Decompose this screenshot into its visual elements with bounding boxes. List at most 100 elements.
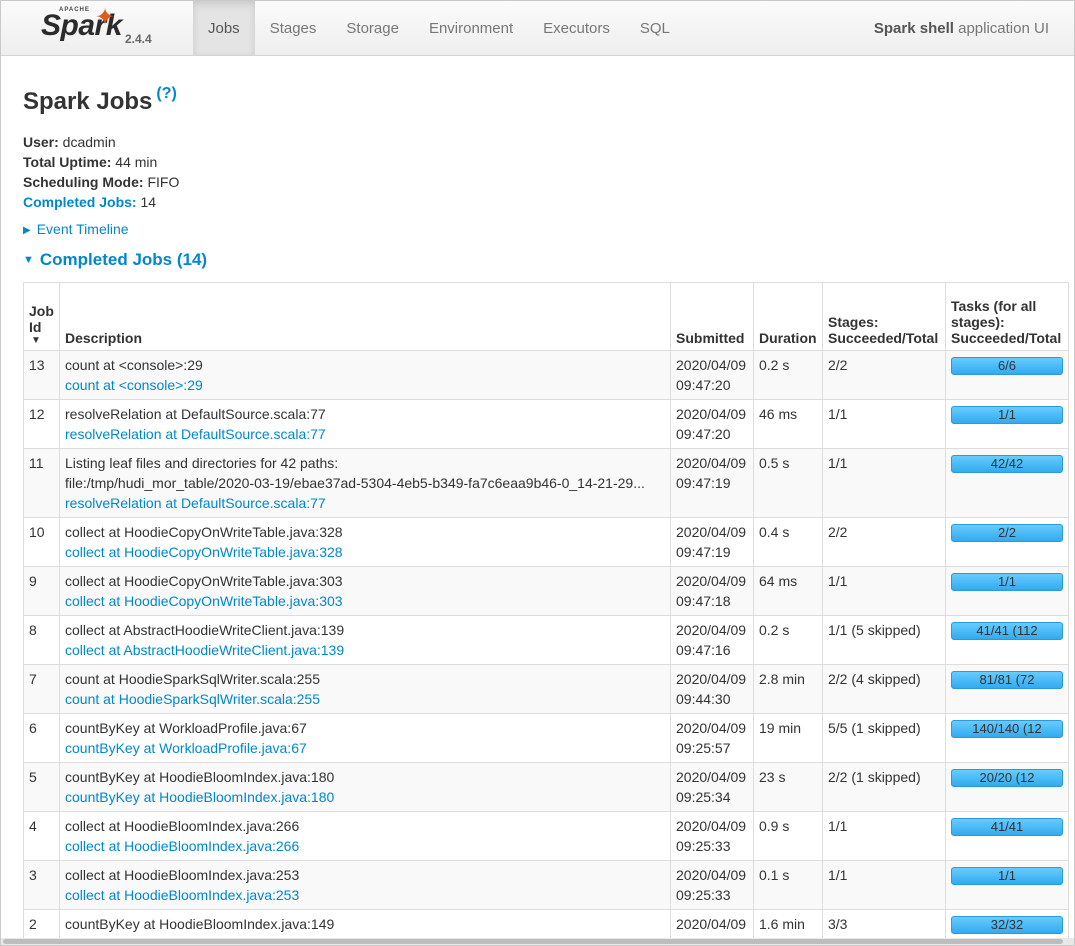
submitted-cell: 2020/04/09 09:47:19 (670, 448, 754, 518)
sort-desc-icon: ▼ (31, 335, 41, 346)
job-link[interactable]: collect at HoodieBloomIndex.java:266 (65, 836, 665, 856)
tasks-cell: 20/20 (12 (945, 762, 1069, 812)
jobs-table-wrap: Job Id ▼ Description Submitted Duration S… (23, 282, 1069, 945)
header-stages[interactable]: Stages: Succeeded/Total (822, 282, 946, 351)
stages-cell: 2/2 (822, 517, 946, 567)
job-description: count at HoodieSparkSqlWriter.scala:255 (65, 671, 320, 687)
stages-cell: 2/2 (4 skipped) (822, 664, 946, 714)
table-row: 12 resolveRelation at DefaultSource.scala… (23, 399, 1069, 449)
app-name: Spark shell application UI (874, 1, 1049, 57)
stages-cell: 1/1 (822, 399, 946, 449)
uptime-label: Total Uptime: (23, 154, 112, 170)
job-description: countByKey at HoodieBloomIndex.java:149 (65, 916, 335, 932)
tab-executors[interactable]: Executors (528, 1, 625, 55)
submitted-cell: 2020/04/09 09:25:57 (670, 713, 754, 763)
horizontal-scrollbar[interactable] (1, 938, 1074, 945)
job-id-cell: 11 (23, 448, 60, 518)
job-summary: User: dcadmin Total Uptime: 44 min Sched… (23, 132, 179, 212)
tasks-cell: 41/41 (945, 811, 1069, 861)
task-progress-bar: 20/20 (12 (951, 769, 1063, 787)
stages-cell: 1/1 (822, 860, 946, 910)
job-link[interactable]: collect at HoodieBloomIndex.java:253 (65, 885, 665, 905)
spark-logo[interactable]: APACHE Spark ✦ 2.4.4 (41, 4, 171, 51)
header-tasks[interactable]: Tasks (for all stages): Succeeded/Total (945, 282, 1069, 351)
duration-cell: 64 ms (753, 566, 823, 616)
summary-mode: Scheduling Mode: FIFO (23, 172, 179, 192)
browser-frame: APACHE Spark ✦ 2.4.4 Jobs Stages Storage… (0, 0, 1075, 946)
job-link[interactable]: resolveRelation at DefaultSource.scala:7… (65, 493, 665, 513)
duration-cell: 46 ms (753, 399, 823, 449)
tasks-cell: 140/140 (12 (945, 713, 1069, 763)
description-cell: count at HoodieSparkSqlWriter.scala:255 c… (59, 664, 671, 714)
job-id-cell: 3 (23, 860, 60, 910)
summary-uptime: Total Uptime: 44 min (23, 152, 179, 172)
table-row: 6 countByKey at WorkloadProfile.java:67 co… (23, 713, 1069, 763)
job-link[interactable]: resolveRelation at DefaultSource.scala:7… (65, 424, 665, 444)
job-description: collect at HoodieBloomIndex.java:253 (65, 867, 300, 883)
completed-jobs-toggle[interactable]: ▼ Completed Jobs (14) (23, 250, 207, 270)
caret-right-icon: ▶ (23, 225, 31, 236)
scrollbar-thumb[interactable] (3, 939, 1063, 944)
tab-jobs[interactable]: Jobs (193, 1, 255, 55)
tab-storage[interactable]: Storage (331, 1, 414, 55)
help-link[interactable]: (?) (156, 85, 176, 102)
completed-jobs-link[interactable]: Completed Jobs: (23, 194, 137, 210)
submitted-cell: 2020/04/09 09:47:16 (670, 615, 754, 665)
description-cell: countByKey at WorkloadProfile.java:67 cou… (59, 713, 671, 763)
description-cell: collect at HoodieCopyOnWriteTable.java:3… (59, 566, 671, 616)
submitted-cell: 2020/04/09 09:47:19 (670, 517, 754, 567)
job-id-cell: 4 (23, 811, 60, 861)
table-row: 11 Listing leaf files and directories for… (23, 448, 1069, 518)
job-id-cell: 7 (23, 664, 60, 714)
task-progress-bar: 41/41 (951, 818, 1063, 836)
app-name-bold: Spark shell (873, 20, 954, 37)
stages-cell: 1/1 (822, 811, 946, 861)
job-description: collect at HoodieCopyOnWriteTable.java:3… (65, 524, 343, 540)
job-link[interactable]: countByKey at WorkloadProfile.java:67 (65, 738, 665, 758)
task-progress-bar: 42/42 (951, 455, 1063, 473)
description-cell: resolveRelation at DefaultSource.scala:7… (59, 399, 671, 449)
job-link[interactable]: count at HoodieSparkSqlWriter.scala:255 (65, 689, 665, 709)
task-progress-bar: 1/1 (951, 573, 1063, 591)
job-link[interactable]: countByKey at HoodieBloomIndex.java:180 (65, 787, 665, 807)
duration-cell: 23 s (753, 762, 823, 812)
job-description: collect at HoodieCopyOnWriteTable.java:3… (65, 573, 343, 589)
tab-environment[interactable]: Environment (414, 1, 528, 55)
tab-stages[interactable]: Stages (255, 1, 332, 55)
job-link[interactable]: collect at HoodieCopyOnWriteTable.java:3… (65, 542, 665, 562)
task-progress-bar: 1/1 (951, 867, 1063, 885)
description-cell: collect at HoodieBloomIndex.java:266 coll… (59, 811, 671, 861)
tasks-cell: 81/81 (72 (945, 664, 1069, 714)
job-link[interactable]: collect at AbstractHoodieWriteClient.jav… (65, 640, 665, 660)
job-description: collect at AbstractHoodieWriteClient.jav… (65, 622, 345, 638)
duration-cell: 19 min (753, 713, 823, 763)
job-link[interactable]: count at <console>:29 (65, 375, 665, 395)
job-description: Listing leaf files and directories for 4… (65, 455, 339, 471)
summary-user: User: dcadmin (23, 132, 179, 152)
jobs-table-body: 13 count at <console>:29 count at <console… (23, 350, 1069, 945)
job-link[interactable]: collect at HoodieCopyOnWriteTable.java:3… (65, 591, 665, 611)
tab-sql[interactable]: SQL (625, 1, 685, 55)
header-job-id-label: Job Id (29, 303, 54, 335)
submitted-cell: 2020/04/09 09:47:20 (670, 350, 754, 400)
mode-label: Scheduling Mode: (23, 174, 144, 190)
event-timeline-toggle[interactable]: ▶ Event Timeline (23, 221, 129, 237)
stages-cell: 1/1 (822, 566, 946, 616)
task-progress-bar: 81/81 (72 (951, 671, 1063, 689)
header-duration[interactable]: Duration (753, 282, 823, 351)
stages-cell: 1/1 (5 skipped) (822, 615, 946, 665)
table-row: 9 collect at HoodieCopyOnWriteTable.java:… (23, 566, 1069, 616)
spark-version: 2.4.4 (125, 32, 152, 46)
task-progress-bar: 32/32 (951, 916, 1063, 934)
header-description[interactable]: Description (59, 282, 671, 351)
submitted-cell: 2020/04/09 09:44:30 (670, 664, 754, 714)
stages-cell: 1/1 (822, 448, 946, 518)
job-id-cell: 8 (23, 615, 60, 665)
header-submitted[interactable]: Submitted (670, 282, 754, 351)
duration-cell: 0.2 s (753, 350, 823, 400)
job-description: resolveRelation at DefaultSource.scala:7… (65, 406, 326, 422)
completed-jobs-heading: Completed Jobs (14) (39, 250, 208, 269)
header-job-id[interactable]: Job Id ▼ (23, 282, 60, 351)
tasks-cell: 6/6 (945, 350, 1069, 400)
uptime-value: 44 min (111, 154, 158, 170)
